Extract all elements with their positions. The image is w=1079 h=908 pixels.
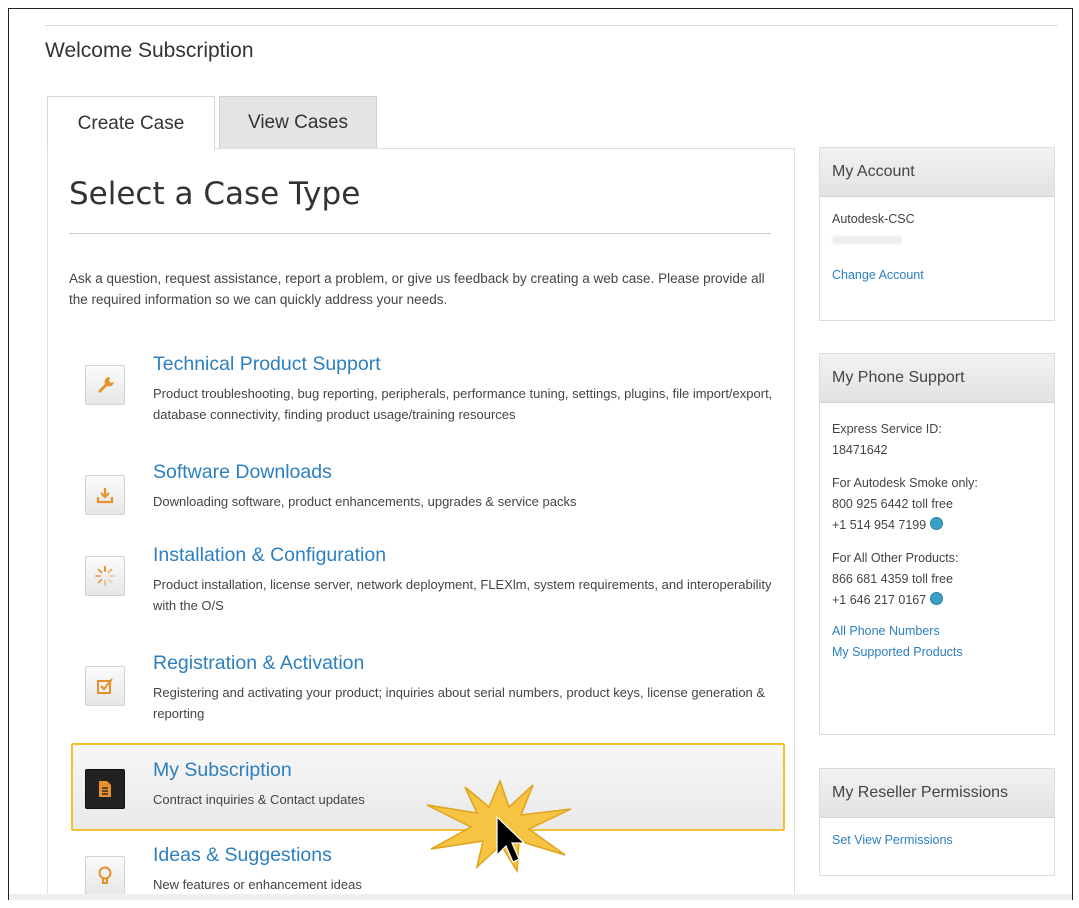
express-label: Express Service ID:: [832, 422, 942, 436]
top-divider: [45, 25, 1058, 26]
all-phone-numbers-link[interactable]: All Phone Numbers: [832, 621, 1042, 642]
case-title[interactable]: Registration & Activation: [153, 652, 364, 675]
supported-products-link[interactable]: My Supported Products: [832, 642, 1042, 663]
intro-text: Ask a question, request assistance, repo…: [69, 271, 765, 307]
case-description: Product troubleshooting, bug reporting, …: [153, 386, 773, 422]
case-title[interactable]: Software Downloads: [153, 461, 332, 484]
smoke-label: For Autodesk Smoke only:: [832, 476, 978, 490]
spinner-icon: [85, 556, 125, 596]
my-phone-support-box: My Phone Support Express Service ID: 184…: [819, 353, 1055, 735]
phone-support-heading: My Phone Support: [820, 354, 1054, 403]
smoke-tollfree: 800 925 6442 toll free: [832, 497, 953, 511]
tab-create-case[interactable]: Create Case: [47, 96, 215, 150]
welcome-heading: Welcome Subscription: [45, 39, 254, 62]
case-description: Downloading software, product enhancemen…: [153, 494, 577, 509]
bottom-bar: [9, 894, 1072, 900]
case-installation-configuration[interactable]: Installation & Configuration Product ins…: [81, 544, 781, 634]
case-title[interactable]: Ideas & Suggestions: [153, 844, 332, 867]
globe-icon[interactable]: [929, 592, 943, 605]
other-intl: +1 646 217 0167: [832, 593, 927, 607]
other-label: For All Other Products:: [832, 551, 959, 565]
my-account-heading: My Account: [820, 148, 1054, 197]
case-description: Registering and activating your product;…: [153, 685, 766, 721]
case-title[interactable]: Technical Product Support: [153, 353, 381, 376]
download-icon: [85, 475, 125, 515]
wrench-icon: [85, 365, 125, 405]
tab-view-cases[interactable]: View Cases: [219, 96, 377, 148]
smoke-intl: +1 514 954 7199: [832, 518, 927, 532]
case-title[interactable]: Installation & Configuration: [153, 544, 386, 567]
case-registration-activation[interactable]: Registration & Activation Registering an…: [81, 652, 781, 742]
reseller-heading: My Reseller Permissions: [820, 769, 1054, 818]
title-divider: [69, 233, 771, 234]
case-software-downloads[interactable]: Software Downloads Downloading software,…: [81, 461, 781, 531]
browser-frame: Welcome Subscription Create Case View Ca…: [8, 8, 1073, 900]
set-view-permissions-link[interactable]: Set View Permissions: [832, 830, 1042, 851]
checkbox-icon: [85, 666, 125, 706]
case-technical-support[interactable]: Technical Product Support Product troubl…: [81, 353, 781, 443]
page-title: Select a Case Type: [69, 176, 361, 212]
account-name: Autodesk-CSC: [832, 212, 915, 226]
redacted-text: [832, 236, 902, 244]
other-tollfree: 866 681 4359 toll free: [832, 572, 953, 586]
my-account-box: My Account Autodesk-CSC Change Account: [819, 147, 1055, 321]
click-burst-icon: [425, 778, 575, 874]
change-account-link[interactable]: Change Account: [832, 265, 1042, 286]
lightbulb-icon: [85, 856, 125, 896]
case-title[interactable]: My Subscription: [153, 759, 292, 782]
express-id: 18471642: [832, 443, 888, 457]
case-description: New features or enhancement ideas: [153, 877, 362, 892]
document-icon: [85, 769, 125, 809]
reseller-permissions-box: My Reseller Permissions Set View Permiss…: [819, 768, 1055, 876]
globe-icon[interactable]: [929, 517, 943, 530]
case-description: Product installation, license server, ne…: [153, 577, 772, 613]
